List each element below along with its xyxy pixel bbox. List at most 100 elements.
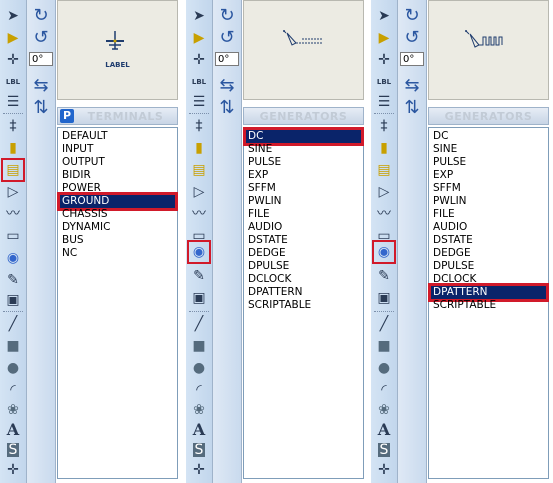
subcircuit-icon[interactable]: ▮ [3, 138, 23, 158]
text-icon[interactable]: A [374, 420, 394, 440]
list-item-selected[interactable]: GROUND [57, 192, 178, 211]
graph-icon[interactable]: 〰 [374, 204, 394, 224]
list-item[interactable]: CHASSIS [60, 208, 175, 221]
marker-icon[interactable]: ✛ [374, 460, 394, 480]
list-item[interactable]: FILE [431, 208, 546, 221]
component-icon[interactable]: ▶ [374, 28, 394, 48]
list-item[interactable]: PULSE [431, 156, 546, 169]
symbol-icon[interactable]: S [374, 440, 394, 460]
rotation-angle-field[interactable]: 0° [400, 52, 424, 66]
arc-icon[interactable]: ◜ [374, 380, 394, 400]
path-icon[interactable]: ❀ [374, 400, 394, 420]
list-item[interactable]: DEFAULT [60, 130, 175, 143]
circle-icon[interactable]: ● [374, 358, 394, 378]
virtual-instruments-icon[interactable]: ▣ [374, 288, 394, 308]
voltage-probe-icon[interactable]: ✎ [189, 266, 209, 286]
line-icon[interactable]: ╱ [374, 314, 394, 334]
flip-vertical-icon[interactable]: ⇅ [31, 98, 51, 118]
list-item[interactable]: BUS [60, 234, 175, 247]
text-icon[interactable]: A [189, 420, 209, 440]
wire-label-icon[interactable]: LBL [3, 72, 23, 92]
path-icon[interactable]: ❀ [189, 400, 209, 420]
list-item[interactable]: FILE [246, 208, 361, 221]
terminals-icon[interactable]: ▤ [1, 158, 25, 182]
path-icon[interactable]: ❀ [3, 400, 23, 420]
flip-vertical-icon[interactable]: ⇅ [217, 98, 237, 118]
device-pins-icon[interactable]: ▷ [374, 182, 394, 202]
list-item[interactable]: DCLOCK [246, 273, 361, 286]
rotate-anticlockwise-icon[interactable]: ↺ [217, 28, 237, 48]
list-item[interactable]: EXP [246, 169, 361, 182]
selection-icon[interactable]: ➤ [3, 6, 23, 26]
selection-icon[interactable]: ➤ [189, 6, 209, 26]
text-script-icon[interactable]: ☰ [3, 92, 23, 112]
text-script-icon[interactable]: ☰ [374, 92, 394, 112]
list-item[interactable]: DSTATE [246, 234, 361, 247]
terminal-list[interactable]: DEFAULT INPUT OUTPUT BIDIR POWER GROUND … [57, 127, 178, 479]
text-script-icon[interactable]: ☰ [189, 92, 209, 112]
circle-icon[interactable]: ● [3, 358, 23, 378]
rotate-clockwise-icon[interactable]: ↻ [217, 6, 237, 26]
list-item[interactable]: OUTPUT [60, 156, 175, 169]
selection-icon[interactable]: ➤ [374, 6, 394, 26]
list-item[interactable]: NC [60, 247, 175, 260]
list-item[interactable]: PULSE [246, 156, 361, 169]
list-item[interactable]: DSTATE [431, 234, 546, 247]
list-item[interactable]: DEDGE [246, 247, 361, 260]
flip-horizontal-icon[interactable]: ⇆ [31, 76, 51, 96]
generator-icon[interactable]: ◉ [187, 240, 211, 264]
rotate-clockwise-icon[interactable]: ↻ [31, 6, 51, 26]
list-item[interactable]: DPULSE [431, 260, 546, 273]
wire-label-icon[interactable]: LBL [189, 72, 209, 92]
rotation-angle-field[interactable]: 0° [215, 52, 239, 66]
rotate-anticlockwise-icon[interactable]: ↺ [31, 28, 51, 48]
list-item-selected[interactable]: DC [243, 127, 364, 146]
symbol-icon[interactable]: S [189, 440, 209, 460]
graph-icon[interactable]: 〰 [3, 204, 23, 224]
list-item[interactable]: SCRIPTABLE [246, 299, 361, 312]
component-icon[interactable]: ▶ [189, 28, 209, 48]
box-icon[interactable]: ■ [189, 336, 209, 356]
voltage-probe-icon[interactable]: ✎ [3, 270, 23, 290]
subcircuit-icon[interactable]: ▮ [189, 138, 209, 158]
list-item[interactable]: DCLOCK [431, 273, 546, 286]
arc-icon[interactable]: ◜ [189, 380, 209, 400]
symbol-icon[interactable]: S [3, 440, 23, 460]
wire-label-icon[interactable]: LBL [374, 72, 394, 92]
list-item[interactable]: EXP [431, 169, 546, 182]
circle-icon[interactable]: ● [189, 358, 209, 378]
tape-recorder-icon[interactable]: ▭ [3, 226, 23, 246]
list-item[interactable]: DC [431, 130, 546, 143]
generator-list[interactable]: DC SINE PULSE EXP SFFM PWLIN FILE AUDIO … [243, 127, 364, 479]
list-item[interactable]: AUDIO [246, 221, 361, 234]
bus-icon[interactable]: ‡ [374, 116, 394, 136]
list-item[interactable]: DPATTERN [246, 286, 361, 299]
pick-devices-button[interactable]: P [60, 109, 74, 123]
junction-dot-icon[interactable]: ✛ [374, 50, 394, 70]
generator-icon[interactable]: ◉ [372, 240, 396, 264]
terminals-icon[interactable]: ▤ [374, 160, 394, 180]
list-item[interactable]: DPULSE [246, 260, 361, 273]
list-item[interactable]: SINE [431, 143, 546, 156]
list-item[interactable]: SCRIPTABLE [431, 299, 546, 312]
graph-icon[interactable]: 〰 [189, 204, 209, 224]
rotate-clockwise-icon[interactable]: ↻ [402, 6, 422, 26]
virtual-instruments-icon[interactable]: ▣ [189, 288, 209, 308]
rotate-anticlockwise-icon[interactable]: ↺ [402, 28, 422, 48]
list-item[interactable]: POWER [60, 182, 175, 195]
list-item[interactable]: PWLIN [246, 195, 361, 208]
rotation-angle-field[interactable]: 0° [29, 52, 53, 66]
device-pins-icon[interactable]: ▷ [189, 182, 209, 202]
text-icon[interactable]: A [3, 420, 23, 440]
list-item[interactable]: DEDGE [431, 247, 546, 260]
line-icon[interactable]: ╱ [189, 314, 209, 334]
terminals-icon[interactable]: ▤ [189, 160, 209, 180]
flip-horizontal-icon[interactable]: ⇆ [402, 76, 422, 96]
box-icon[interactable]: ■ [3, 336, 23, 356]
list-item[interactable]: SFFM [431, 182, 546, 195]
flip-horizontal-icon[interactable]: ⇆ [217, 76, 237, 96]
virtual-instruments-icon[interactable]: ▣ [3, 290, 23, 310]
line-icon[interactable]: ╱ [3, 314, 23, 334]
voltage-probe-icon[interactable]: ✎ [374, 266, 394, 286]
arc-icon[interactable]: ◜ [3, 380, 23, 400]
